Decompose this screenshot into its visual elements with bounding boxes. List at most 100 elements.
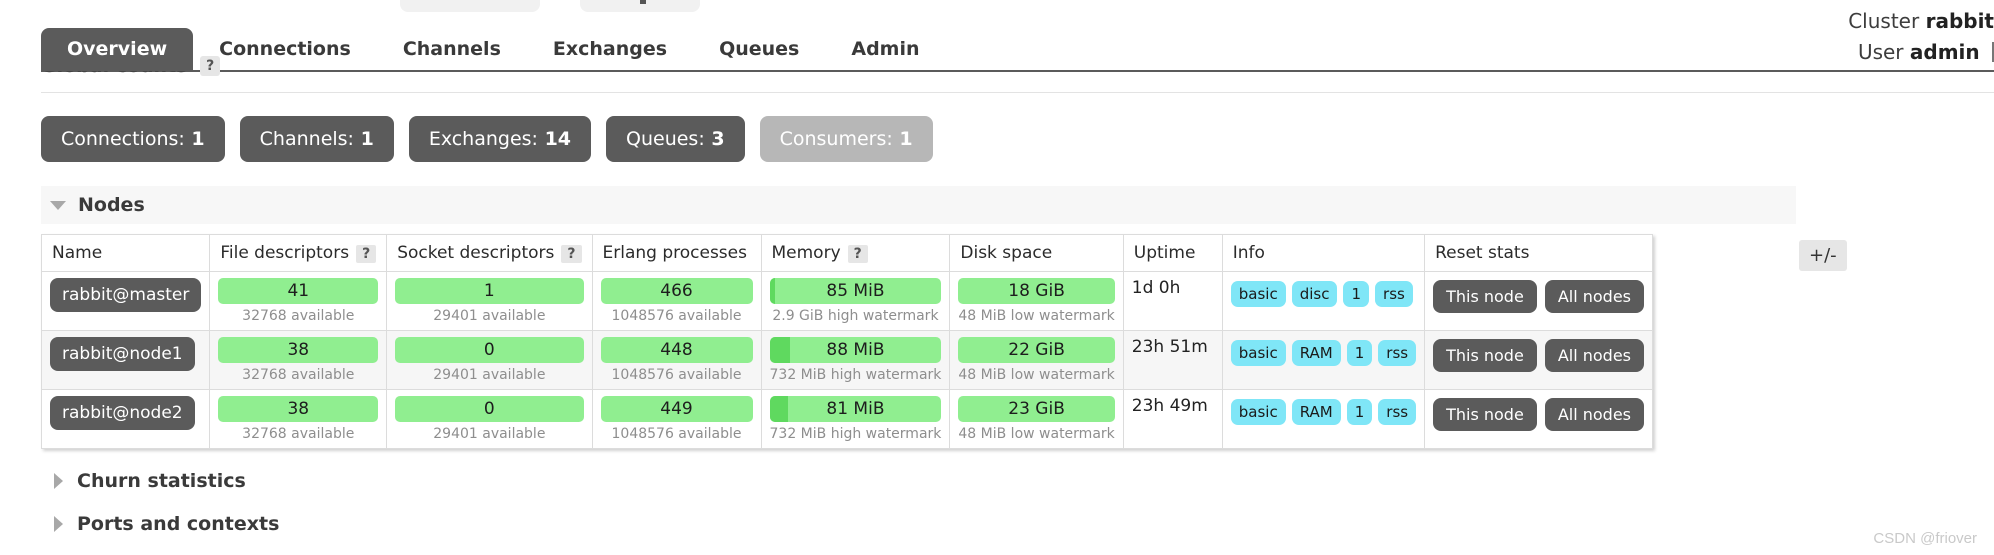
disk-space-value: 23 GiB: [1008, 399, 1065, 419]
column-header-erlang-processes[interactable]: Erlang processes: [591, 234, 762, 272]
nav-tab-connections[interactable]: Connections: [193, 28, 377, 71]
column-header-label: Memory: [771, 243, 841, 263]
counter-pill-queues[interactable]: Queues: 3: [606, 116, 745, 162]
chevron-right-icon: [54, 473, 63, 489]
nodes-section-header[interactable]: Nodes: [41, 186, 1796, 224]
ports-and-contexts-title: Ports and contexts: [77, 513, 280, 535]
disk-space-subtext: 48 MiB low watermark: [958, 367, 1115, 383]
table-row: rabbit@node2 38 32768 available 0 29401 avai…: [40, 389, 1653, 449]
column-header-label: Erlang processes: [602, 243, 747, 263]
memory-bar: 85 MiB: [769, 278, 942, 304]
nav-tab-admin[interactable]: Admin: [825, 28, 945, 71]
counter-pill-exchanges[interactable]: Exchanges: 14: [408, 116, 592, 162]
column-header-label: Uptime: [1133, 243, 1196, 263]
info-badge[interactable]: 1: [1346, 340, 1373, 366]
column-header-file-descriptors[interactable]: File descriptors?: [209, 234, 388, 272]
column-header-label: Name: [52, 243, 103, 263]
reset-this-node-button[interactable]: This node: [1433, 280, 1537, 313]
column-header-disk-space[interactable]: Disk space: [949, 234, 1124, 272]
nav-tab-overview[interactable]: Overview: [41, 28, 194, 71]
node-name-link[interactable]: rabbit@master: [50, 278, 202, 312]
info-badge[interactable]: 1: [1343, 281, 1370, 307]
cell-erlang-processes: 448 1048576 available: [591, 330, 762, 390]
erlang-processes-subtext: 1048576 available: [611, 308, 742, 324]
memory-value: 85 MiB: [826, 281, 885, 301]
top-chip-right[interactable]: [580, 0, 700, 12]
info-badge[interactable]: basic: [1230, 399, 1286, 425]
info-badge[interactable]: rss: [1378, 399, 1417, 425]
table-row: rabbit@node1 38 32768 available 0 29401 avai…: [40, 330, 1653, 390]
nav-tab-channels[interactable]: Channels: [377, 28, 527, 71]
info-badge-group: basic RAM 1 rss: [1230, 337, 1417, 366]
memory-subtext: 2.9 GiB high watermark: [772, 308, 939, 324]
info-badge[interactable]: rss: [1378, 340, 1417, 366]
erlang-processes-subtext: 1048576 available: [611, 367, 742, 383]
info-badge[interactable]: basic: [1230, 281, 1286, 307]
column-header-label: Reset stats: [1435, 243, 1530, 263]
reset-this-node-button[interactable]: This node: [1433, 339, 1537, 372]
truncated-top-chips: [0, 0, 1994, 12]
disk-space-value: 18 GiB: [1008, 281, 1065, 301]
node-name-link[interactable]: rabbit@node1: [50, 337, 195, 371]
memory-bar-fill: [769, 278, 775, 304]
column-header-info[interactable]: Info: [1221, 234, 1426, 272]
cell-node-name: rabbit@node1: [40, 330, 211, 390]
cluster-name[interactable]: rabbit: [1926, 9, 1994, 33]
erlang-processes-bar: 449: [600, 396, 753, 422]
counter-label: Consumers:: [779, 128, 893, 150]
info-badge[interactable]: RAM: [1291, 399, 1341, 425]
socket-descriptors-subtext: 29401 available: [433, 426, 546, 442]
info-badge[interactable]: RAM: [1291, 340, 1341, 366]
memory-value: 81 MiB: [826, 399, 885, 419]
help-icon[interactable]: ?: [561, 245, 582, 263]
file-descriptors-value: 41: [287, 281, 310, 301]
reset-all-nodes-button[interactable]: All nodes: [1544, 398, 1644, 431]
user-name[interactable]: admin: [1910, 40, 1980, 64]
column-toggle-button[interactable]: +/-: [1799, 240, 1847, 271]
column-header-label: Info: [1232, 243, 1265, 263]
ports-and-contexts-section[interactable]: Ports and contexts: [54, 513, 279, 535]
file-descriptors-subtext: 32768 available: [242, 367, 355, 383]
nav-tab-queues[interactable]: Queues: [693, 28, 825, 71]
memory-bar-fill: [769, 337, 791, 363]
info-badge[interactable]: rss: [1375, 281, 1413, 307]
node-name-link[interactable]: rabbit@node2: [50, 396, 195, 430]
reset-all-nodes-button[interactable]: All nodes: [1544, 280, 1644, 313]
socket-descriptors-value: 1: [483, 281, 495, 301]
reset-this-node-button[interactable]: This node: [1433, 398, 1537, 431]
column-header-name[interactable]: Name: [40, 234, 211, 272]
info-badge[interactable]: basic: [1230, 340, 1286, 366]
info-badge[interactable]: 1: [1346, 399, 1373, 425]
churn-statistics-section[interactable]: Churn statistics: [54, 470, 246, 492]
column-header-memory[interactable]: Memory?: [760, 234, 951, 272]
info-badge[interactable]: disc: [1291, 281, 1338, 307]
counter-pill-channels[interactable]: Channels: 1: [239, 116, 394, 162]
nav-tab-exchanges[interactable]: Exchanges: [527, 28, 693, 71]
help-icon[interactable]: ?: [847, 245, 868, 263]
cell-socket-descriptors: 1 29401 available: [386, 271, 593, 331]
socket-descriptors-subtext: 29401 available: [433, 367, 546, 383]
cell-disk-space: 22 GiB 48 MiB low watermark: [949, 330, 1124, 390]
column-header-reset-stats[interactable]: Reset stats: [1424, 234, 1653, 272]
cell-memory: 81 MiB 732 MiB high watermark: [760, 389, 951, 449]
cell-disk-space: 23 GiB 48 MiB low watermark: [949, 389, 1124, 449]
counter-pill-connections[interactable]: Connections: 1: [41, 116, 225, 162]
cell-node-name: rabbit@master: [40, 271, 211, 331]
file-descriptors-bar: 38: [218, 337, 379, 363]
top-chip-left[interactable]: [400, 0, 540, 12]
reset-all-nodes-button[interactable]: All nodes: [1544, 339, 1644, 372]
column-header-socket-descriptors[interactable]: Socket descriptors?: [386, 234, 593, 272]
erlang-processes-value: 466: [660, 281, 693, 301]
help-icon[interactable]: ?: [356, 245, 377, 263]
disk-space-value: 22 GiB: [1008, 340, 1065, 360]
cell-memory: 85 MiB 2.9 GiB high watermark: [760, 271, 951, 331]
chevron-right-icon: [54, 516, 63, 532]
chip-tick-icon: [640, 0, 646, 4]
counter-value: 1: [184, 128, 205, 150]
table-row: rabbit@master 41 32768 available 1 29401 ava…: [40, 271, 1653, 331]
erlang-processes-bar: 448: [600, 337, 753, 363]
counter-pill-consumers[interactable]: Consumers: 1: [759, 116, 933, 162]
erlang-processes-value: 449: [660, 399, 693, 419]
memory-subtext: 732 MiB high watermark: [769, 367, 942, 383]
column-header-uptime[interactable]: Uptime: [1122, 234, 1223, 272]
